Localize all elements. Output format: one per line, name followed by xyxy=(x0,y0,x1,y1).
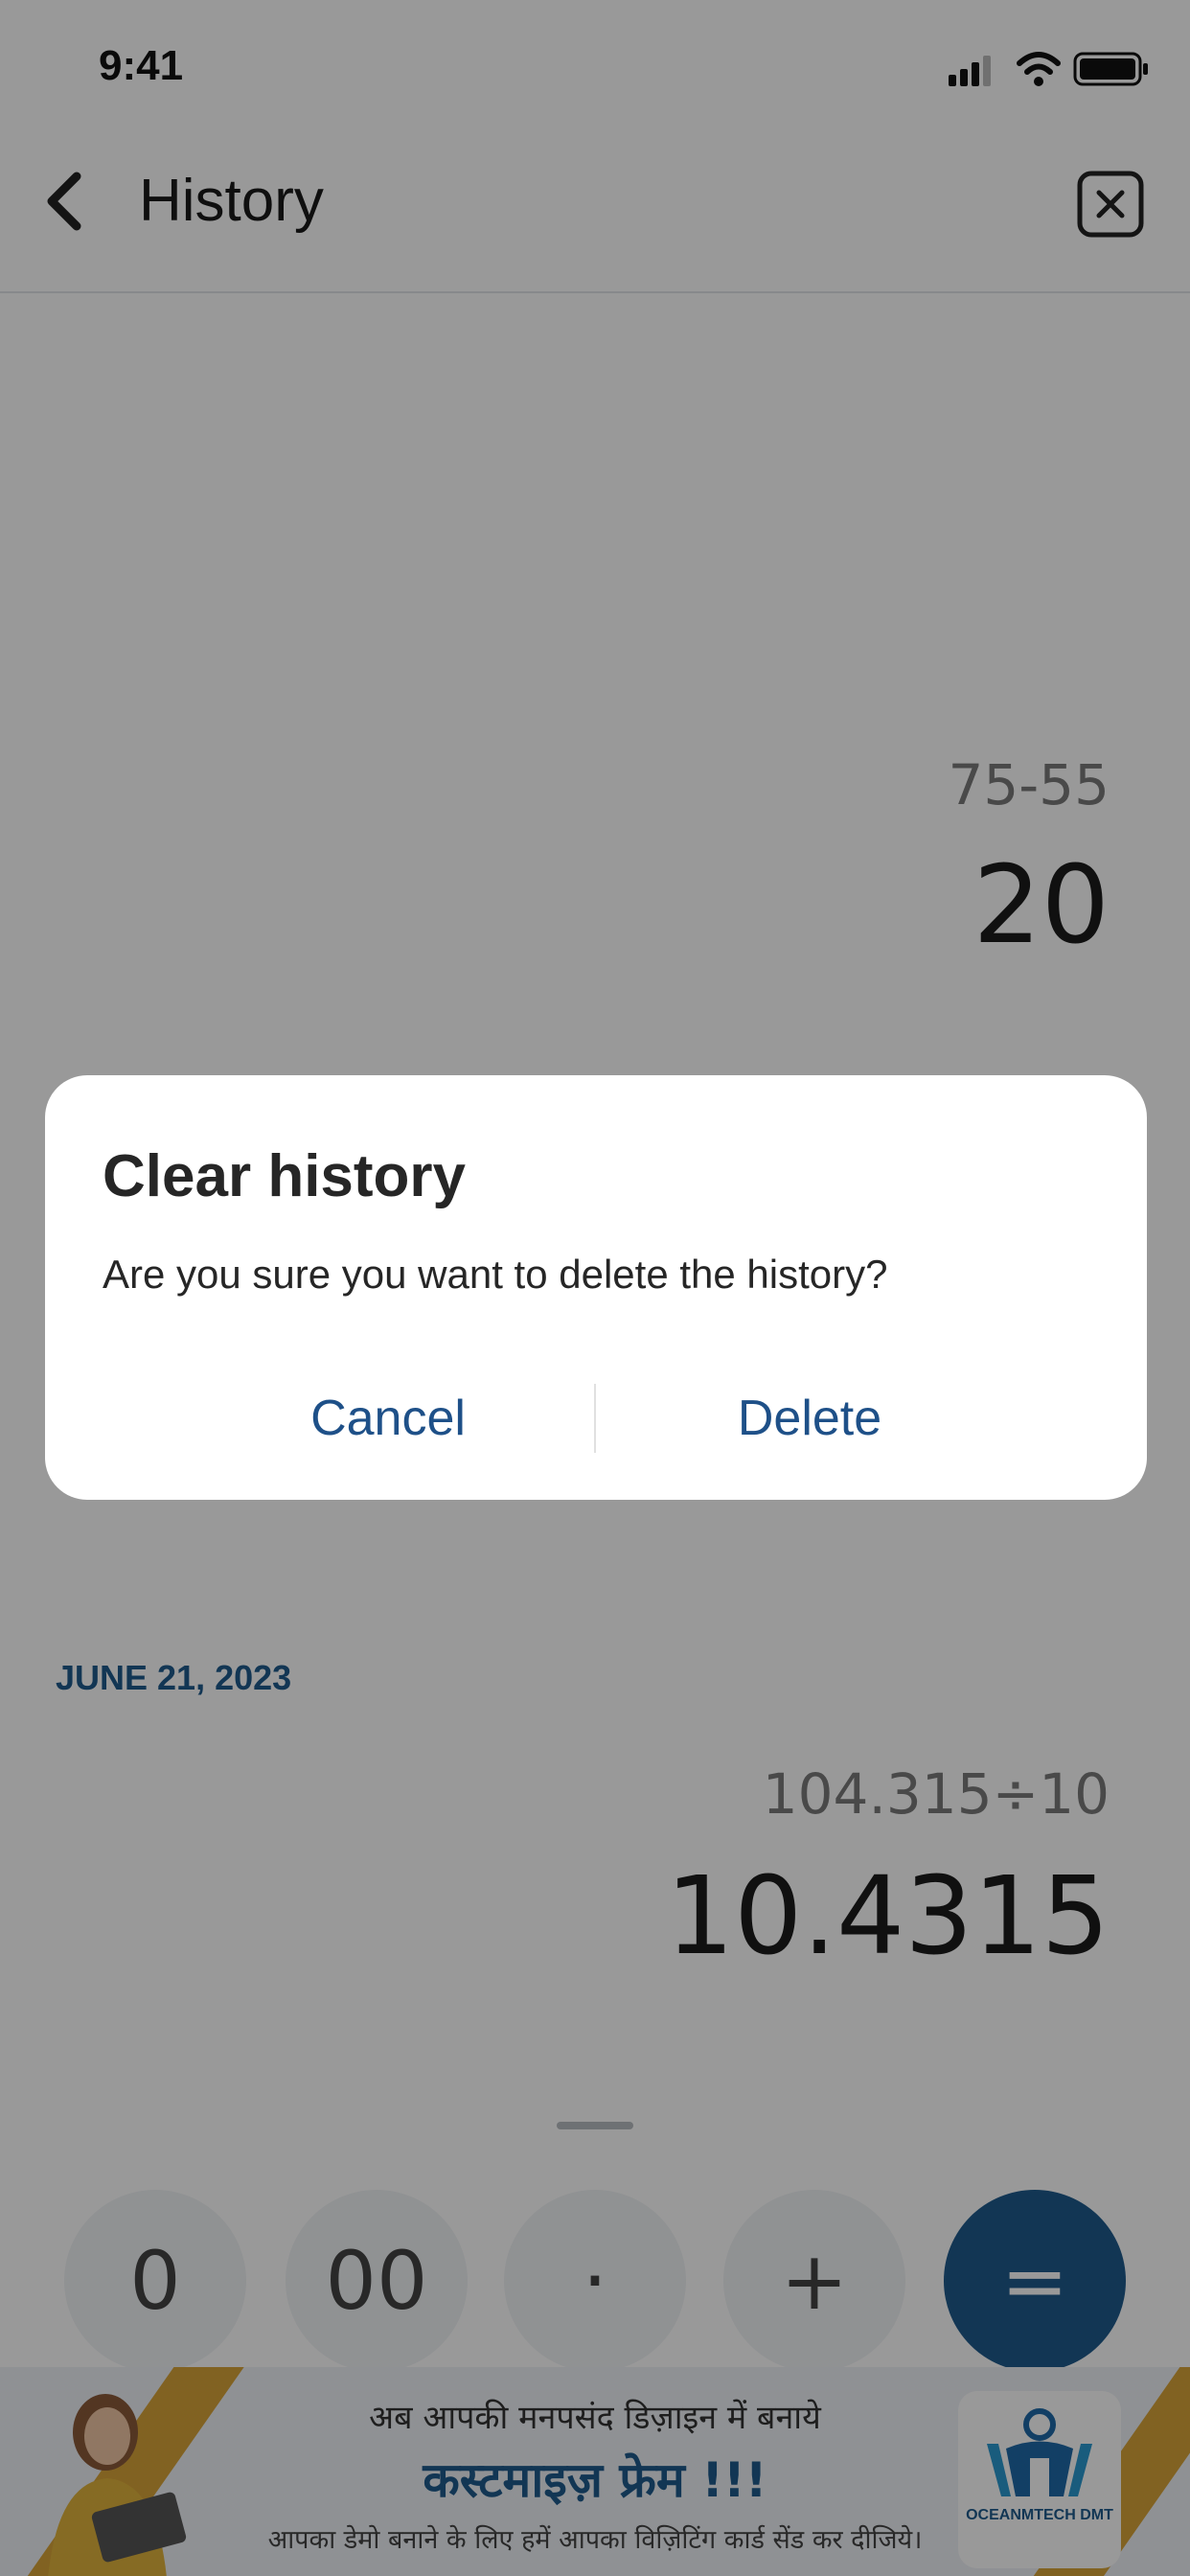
dialog-message: Are you sure you want to delete the hist… xyxy=(103,1252,888,1297)
cancel-button[interactable]: Cancel xyxy=(244,1380,532,1457)
delete-button[interactable]: Delete xyxy=(666,1380,953,1457)
clear-history-dialog: Clear history Are you sure you want to d… xyxy=(45,1075,1147,1500)
dialog-divider xyxy=(594,1384,596,1453)
dialog-title: Clear history xyxy=(103,1143,467,1209)
